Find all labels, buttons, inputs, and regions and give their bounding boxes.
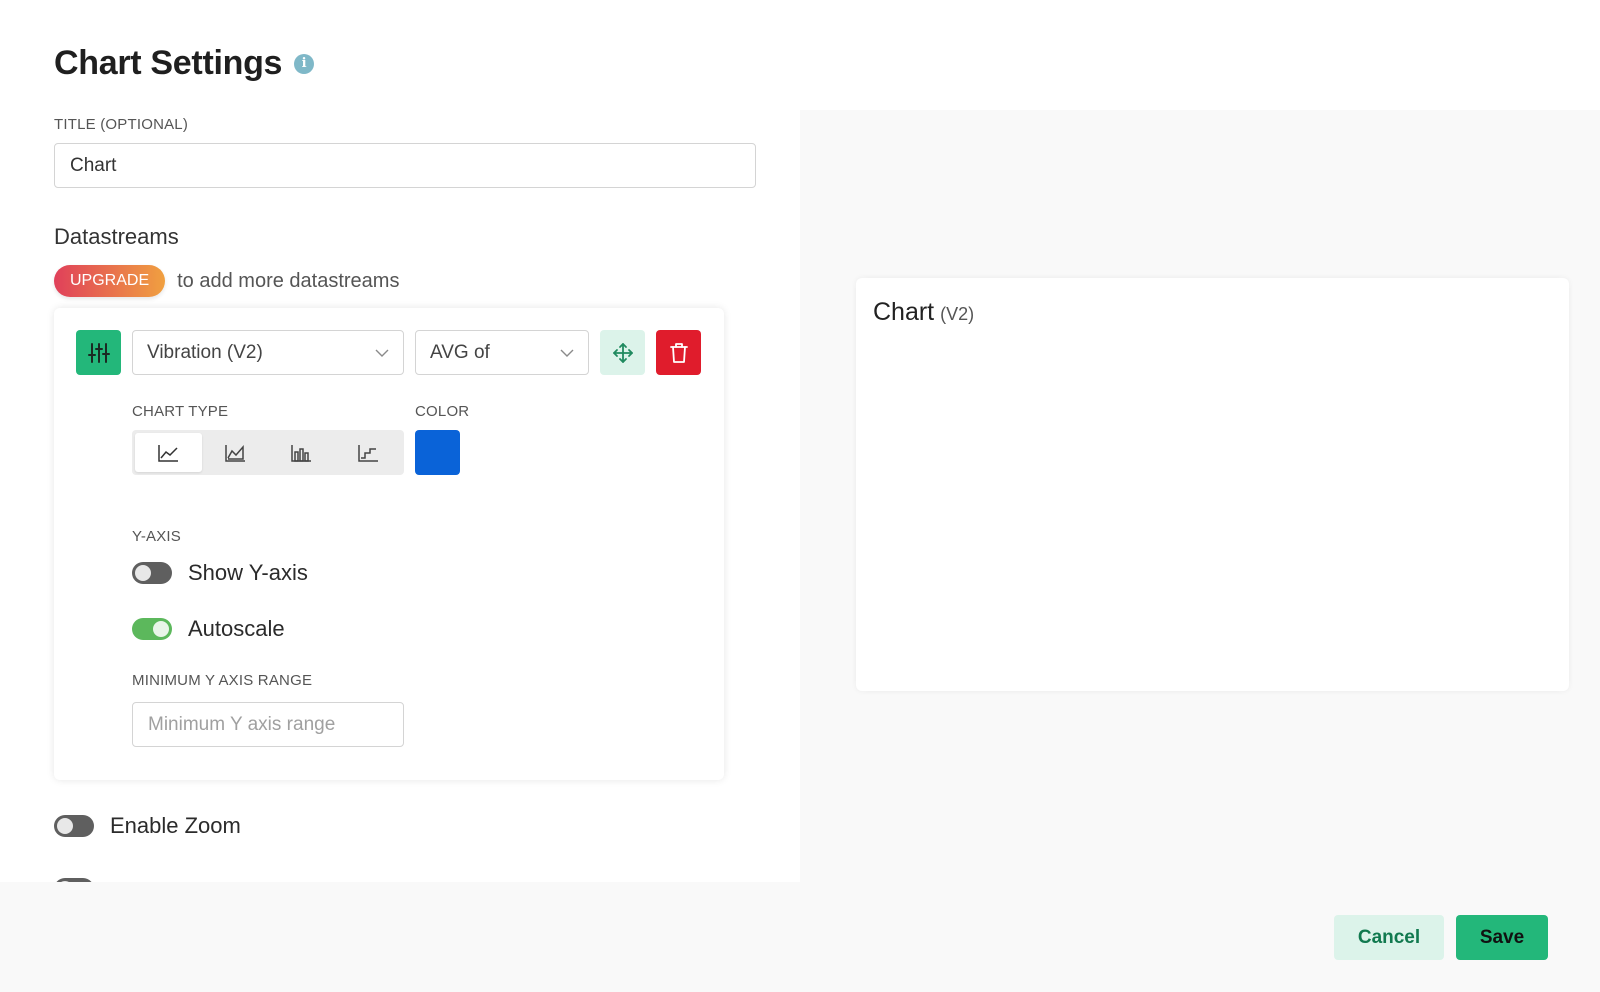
toggle-knob	[153, 621, 169, 637]
chart-type-step-button[interactable]	[335, 433, 402, 472]
aggregation-select-value: AVG of	[430, 341, 490, 363]
color-label: COLOR	[415, 403, 470, 420]
min-y-range-input[interactable]: Minimum Y axis range	[132, 702, 404, 747]
area-chart-icon	[225, 444, 245, 462]
show-y-axis-row: Show Y-axis	[132, 560, 308, 586]
y-axis-label: Y-AXIS	[132, 528, 182, 545]
chart-settings-dialog: Chart Settings i TITLE (OPTIONAL) Chart …	[0, 0, 1600, 992]
chevron-down-icon	[375, 345, 389, 361]
chart-type-area-button[interactable]	[202, 433, 269, 472]
chart-type-line-button[interactable]	[135, 433, 202, 472]
chevron-down-icon	[560, 345, 574, 361]
show-y-axis-label: Show Y-axis	[188, 560, 308, 585]
upgrade-badge[interactable]: UPGRADE	[54, 265, 166, 297]
chart-type-bar-button[interactable]	[268, 433, 335, 472]
dialog-footer: Cancel Save	[0, 882, 1600, 992]
page-title: Chart Settings	[54, 44, 283, 82]
title-field-label: TITLE (OPTIONAL)	[54, 116, 189, 133]
preview-title-row: Chart (V2)	[873, 298, 974, 327]
move-icon	[612, 342, 633, 363]
upgrade-row: UPGRADE to add more datastreams	[54, 265, 399, 297]
settings-panel: Chart Settings i TITLE (OPTIONAL) Chart …	[0, 0, 800, 882]
preview-panel: Chart (V2)	[800, 110, 1600, 882]
chart-type-group	[132, 430, 404, 475]
move-button[interactable]	[600, 330, 645, 375]
datastream-card: Vibration (V2) AVG of CHART TYPE COLOR Y…	[54, 308, 724, 780]
save-button[interactable]: Save	[1456, 915, 1548, 960]
enable-zoom-label: Enable Zoom	[110, 813, 241, 838]
chart-type-label: CHART TYPE	[132, 403, 229, 420]
trash-icon	[669, 342, 688, 363]
datastreams-heading: Datastreams	[54, 224, 179, 249]
datastream-select-value: Vibration (V2)	[147, 341, 263, 363]
toggle-knob	[57, 818, 73, 834]
show-y-axis-toggle[interactable]	[132, 562, 172, 584]
enable-zoom-row: Enable Zoom	[54, 813, 241, 839]
datastream-settings-button[interactable]	[76, 330, 121, 375]
upgrade-text: to add more datastreams	[177, 269, 400, 292]
aggregation-select[interactable]: AVG of	[415, 330, 589, 375]
bar-chart-icon	[291, 444, 312, 462]
sliders-icon	[87, 342, 110, 363]
toggle-knob	[135, 565, 151, 581]
title-row: Chart Settings i	[54, 44, 315, 83]
color-swatch[interactable]	[415, 430, 460, 475]
chart-preview-card: Chart (V2)	[856, 278, 1569, 691]
delete-button[interactable]	[656, 330, 701, 375]
autoscale-toggle[interactable]	[132, 618, 172, 640]
cancel-button[interactable]: Cancel	[1334, 915, 1444, 960]
autoscale-row: Autoscale	[132, 616, 285, 642]
datastream-select[interactable]: Vibration (V2)	[132, 330, 404, 375]
info-icon[interactable]: i	[294, 53, 315, 74]
enable-zoom-toggle[interactable]	[54, 815, 94, 837]
step-chart-icon	[358, 444, 378, 462]
min-y-range-label: MINIMUM Y AXIS RANGE	[132, 672, 313, 689]
line-chart-icon	[158, 444, 179, 462]
preview-subtitle: (V2)	[940, 304, 975, 324]
autoscale-label: Autoscale	[188, 616, 285, 641]
preview-title: Chart	[873, 298, 935, 326]
title-input[interactable]: Chart	[54, 143, 756, 188]
